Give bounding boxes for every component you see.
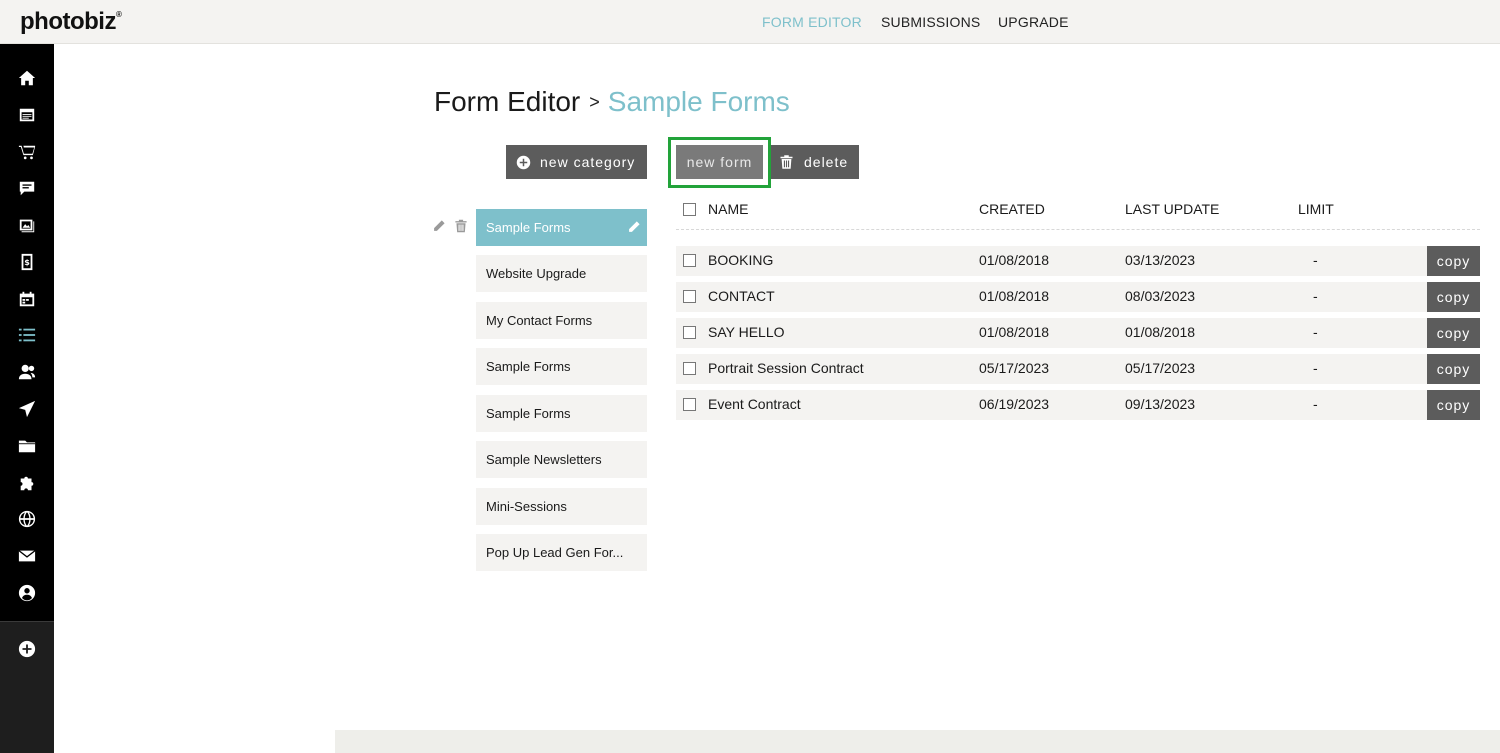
created-date: 01/08/2018 [979, 252, 1050, 268]
column-header-limit[interactable]: LIMIT [1298, 201, 1334, 217]
category-item[interactable]: Mini-Sessions [476, 488, 647, 525]
breadcrumb-separator: > [589, 91, 600, 112]
copy-button[interactable]: copy [1427, 318, 1480, 348]
trash-icon[interactable] [454, 219, 468, 233]
form-name[interactable]: Portrait Session Contract [708, 354, 864, 384]
row-checkbox[interactable] [683, 398, 696, 411]
category-label: Website Upgrade [486, 266, 587, 281]
category-item-sample-forms-active[interactable]: Sample Forms [476, 209, 647, 246]
form-name[interactable]: CONTACT [708, 282, 775, 312]
new-category-label: new category [540, 154, 636, 170]
last-update-date: 05/17/2023 [1125, 360, 1196, 376]
copy-button[interactable]: copy [1427, 282, 1480, 312]
contacts-icon[interactable] [17, 362, 37, 382]
invoice-icon[interactable]: $ [17, 252, 37, 272]
breadcrumb: Form Editor > Sample Forms [434, 86, 790, 118]
trash-icon [780, 155, 793, 169]
delete-button[interactable]: delete [771, 145, 859, 179]
delete-label: delete [804, 154, 849, 170]
breadcrumb-current: Sample Forms [607, 86, 790, 117]
row-checkbox[interactable] [683, 326, 696, 339]
limit-value: - [1313, 324, 1318, 340]
limit-value: - [1313, 252, 1318, 268]
row-checkbox[interactable] [683, 254, 696, 267]
nav-form-editor[interactable]: FORM EDITOR [762, 14, 862, 30]
website-icon[interactable] [17, 105, 37, 125]
category-label: Mini-Sessions [486, 499, 567, 514]
category-item[interactable]: Website Upgrade [476, 255, 647, 292]
limit-value: - [1313, 288, 1318, 304]
column-header-name[interactable]: NAME [708, 201, 748, 217]
send-icon[interactable] [17, 399, 37, 419]
table-row[interactable]: Portrait Session Contract 05/17/2023 05/… [676, 354, 1480, 384]
copy-button[interactable]: copy [1427, 390, 1480, 420]
photobiz-logo[interactable]: photobiz® [20, 8, 122, 36]
domain-globe-icon[interactable] [17, 509, 37, 529]
category-label: Pop Up Lead Gen For... [486, 545, 624, 560]
account-icon[interactable] [17, 583, 37, 603]
table-row[interactable]: CONTACT 01/08/2018 08/03/2023 - copy [676, 282, 1480, 312]
form-name[interactable]: SAY HELLO [708, 318, 785, 348]
category-label: Sample Newsletters [486, 452, 602, 467]
store-cart-icon[interactable] [17, 142, 37, 162]
blog-chat-icon[interactable] [17, 178, 37, 198]
pencil-icon[interactable] [432, 219, 446, 233]
logo-text: photobiz [20, 8, 116, 35]
breadcrumb-root[interactable]: Form Editor [434, 86, 580, 118]
header-divider [676, 229, 1480, 230]
folder-icon[interactable] [17, 436, 37, 456]
edit-pencil-icon[interactable] [627, 220, 641, 234]
plugin-icon[interactable] [17, 473, 37, 493]
top-bar: photobiz® FORM EDITOR SUBMISSIONS UPGRAD… [0, 0, 1500, 44]
last-update-date: 01/08/2018 [1125, 324, 1196, 340]
left-sidebar: $ [0, 44, 54, 753]
gallery-icon[interactable] [17, 215, 37, 235]
category-label: My Contact Forms [486, 313, 593, 328]
last-update-date: 08/03/2023 [1125, 288, 1196, 304]
table-row[interactable]: Event Contract 06/19/2023 09/13/2023 - c… [676, 390, 1480, 420]
category-tools [432, 219, 468, 233]
copy-button[interactable]: copy [1427, 246, 1480, 276]
copy-button[interactable]: copy [1427, 354, 1480, 384]
home-icon[interactable] [17, 68, 37, 88]
column-header-created[interactable]: CREATED [979, 201, 1045, 217]
created-date: 01/08/2018 [979, 288, 1050, 304]
category-item[interactable]: Pop Up Lead Gen For... [476, 534, 647, 571]
limit-value: - [1313, 360, 1318, 376]
forms-list-icon[interactable] [17, 325, 37, 345]
plus-circle-icon [516, 155, 531, 169]
created-date: 05/17/2023 [979, 360, 1050, 376]
calendar-icon[interactable] [17, 289, 37, 309]
created-date: 01/08/2018 [979, 324, 1050, 340]
table-row[interactable]: BOOKING 01/08/2018 03/13/2023 - copy [676, 246, 1480, 276]
select-all-checkbox[interactable] [683, 203, 696, 216]
category-label: Sample Forms [486, 220, 571, 235]
column-header-last-update[interactable]: LAST UPDATE [1125, 201, 1219, 217]
category-item[interactable]: Sample Forms [476, 348, 647, 385]
form-name[interactable]: BOOKING [708, 246, 773, 276]
category-item[interactable]: Sample Forms [476, 395, 647, 432]
nav-upgrade[interactable]: UPGRADE [998, 14, 1069, 30]
last-update-date: 09/13/2023 [1125, 396, 1196, 412]
table-row[interactable]: SAY HELLO 01/08/2018 01/08/2018 - copy [676, 318, 1480, 348]
highlight-box [668, 137, 771, 188]
bottom-strip [335, 730, 1500, 753]
category-label: Sample Forms [486, 359, 571, 374]
email-icon[interactable] [17, 546, 37, 566]
created-date: 06/19/2023 [979, 396, 1050, 412]
form-name[interactable]: Event Contract [708, 390, 801, 420]
svg-text:$: $ [24, 257, 30, 267]
nav-submissions[interactable]: SUBMISSIONS [881, 14, 980, 30]
new-category-button[interactable]: new category [506, 145, 647, 179]
row-checkbox[interactable] [683, 290, 696, 303]
row-checkbox[interactable] [683, 362, 696, 375]
category-item[interactable]: My Contact Forms [476, 302, 647, 339]
add-circle-icon[interactable] [17, 639, 37, 659]
limit-value: - [1313, 396, 1318, 412]
category-item[interactable]: Sample Newsletters [476, 441, 647, 478]
category-label: Sample Forms [486, 406, 571, 421]
last-update-date: 03/13/2023 [1125, 252, 1196, 268]
